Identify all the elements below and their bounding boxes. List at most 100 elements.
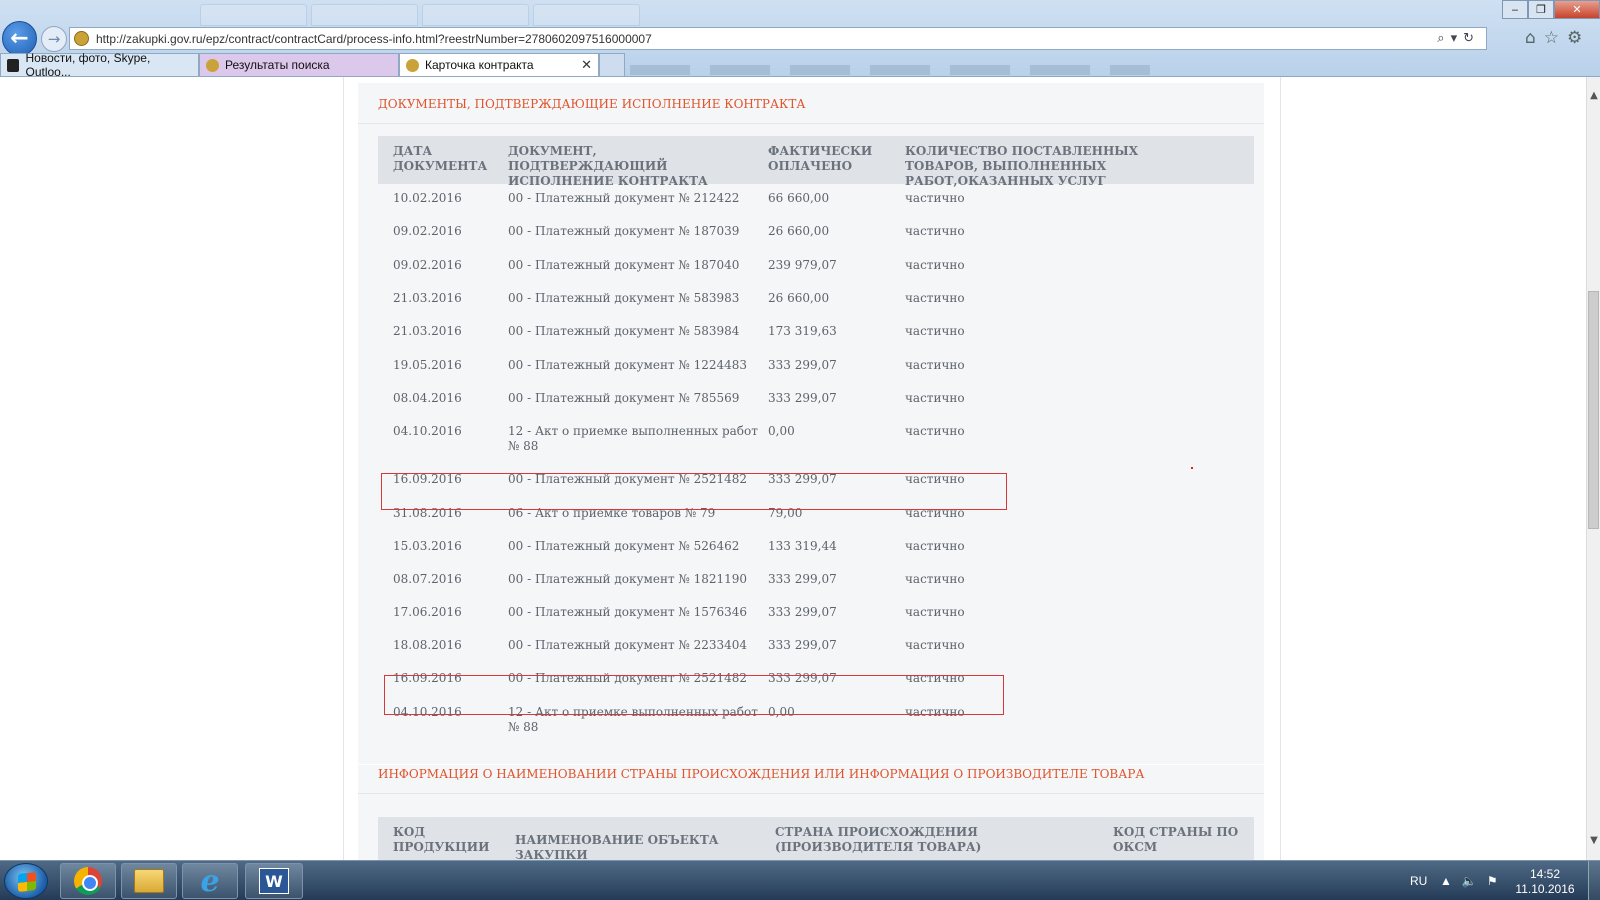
cell-document: 00 - Платежный документ № 187040 [508, 258, 740, 272]
new-tab-button[interactable] [599, 53, 625, 76]
cell-quantity: частично [905, 572, 965, 586]
close-window-button[interactable]: ✕ [1554, 0, 1600, 19]
tab-contract-card[interactable]: Карточка контракта ✕ [399, 53, 599, 76]
chrome-icon [74, 867, 102, 895]
taskbar-explorer[interactable] [121, 863, 177, 899]
url-text[interactable]: http://zakupki.gov.ru/epz/contract/contr… [96, 32, 652, 46]
site-emblem-icon [206, 58, 219, 72]
cell-document: 00 - Платежный документ № 1821190 [508, 572, 748, 586]
tray-icons: ▲ 🔈 ⚑ [1440, 861, 1498, 900]
arrow-left-icon: ← [10, 26, 29, 51]
red-mark [1191, 467, 1193, 469]
forward-button[interactable]: → [41, 26, 67, 52]
cell-date: 21.03.2016 [393, 291, 462, 305]
browser-toolbar-icons: ⌂ ☆ ⚙ [1525, 28, 1582, 48]
site-emblem-icon [406, 58, 419, 72]
scrollbar-thumb[interactable] [1588, 291, 1599, 529]
header-object-name: НАИМЕНОВАНИЕ ОБЪЕКТА ЗАКУПКИ [515, 833, 719, 860]
scroll-up-icon[interactable]: ▲ [1587, 87, 1600, 103]
cell-document: 00 - Платежный документ № 1576346 [508, 605, 748, 619]
origin-table-header: КОД ПРОДУКЦИИ НАИМЕНОВАНИЕ ОБЪЕКТА ЗАКУП… [378, 817, 1254, 860]
cell-paid: 333 299,07 [768, 358, 837, 372]
cell-paid: 173 319,63 [768, 324, 837, 338]
cell-document: 00 - Платежный документ № 1224483 [508, 358, 748, 372]
settings-gear-icon[interactable]: ⚙ [1567, 28, 1582, 48]
show-hidden-icons-icon[interactable]: ▲ [1440, 874, 1452, 888]
taskbar-ie[interactable]: e [182, 863, 238, 899]
cell-date: 04.10.2016 [393, 424, 462, 438]
cell-paid: 333 299,07 [768, 391, 837, 405]
window-controls: ‒ ❐ ✕ [1502, 0, 1600, 19]
header-date: ДАТА ДОКУМЕНТА [393, 144, 488, 173]
site-emblem-icon [74, 31, 89, 46]
taskbar-word[interactable]: W [245, 863, 303, 899]
tab-bar: Новости, фото, Skype, Outloo... Результа… [0, 51, 625, 79]
cell-quantity: частично [905, 638, 965, 652]
cell-date: 18.08.2016 [393, 638, 462, 652]
cell-document: 00 - Платежный документ № 187039 [508, 224, 740, 238]
favorites-bar-ghost [630, 65, 1150, 75]
cell-paid: 26 660,00 [768, 224, 830, 238]
show-desktop-button[interactable] [1588, 861, 1600, 900]
address-bar[interactable]: http://zakupki.gov.ru/epz/contract/contr… [69, 27, 1487, 50]
maximize-button[interactable]: ❐ [1528, 0, 1554, 19]
cell-date: 21.03.2016 [393, 324, 462, 338]
search-icon[interactable]: ⌕ [1437, 31, 1450, 46]
yandex-icon [7, 58, 20, 72]
cell-paid: 333 299,07 [768, 638, 837, 652]
cell-quantity: частично [905, 424, 965, 438]
highlight-box [381, 473, 1007, 510]
tab-label: Карточка контракта [425, 58, 534, 72]
cell-date: 17.06.2016 [393, 605, 462, 619]
refresh-icon[interactable]: ↻ [1463, 31, 1480, 46]
header-quantity: КОЛИЧЕСТВО ПОСТАВЛЕННЫХ ТОВАРОВ, ВЫПОЛНЕ… [905, 144, 1139, 188]
clock[interactable]: 14:52 11.10.2016 [1505, 867, 1585, 897]
cell-date: 09.02.2016 [393, 258, 462, 272]
cell-paid: 0,00 [768, 424, 795, 438]
favorites-star-icon[interactable]: ☆ [1544, 28, 1559, 48]
vertical-scrollbar[interactable]: ▲ ▼ [1586, 77, 1600, 860]
cell-paid: 239 979,07 [768, 258, 837, 272]
home-icon[interactable]: ⌂ [1525, 28, 1536, 48]
browser-chrome: ‒ ❐ ✕ ← → http://zakupki.gov.ru/epz/cont… [0, 0, 1600, 79]
cell-paid: 333 299,07 [768, 572, 837, 586]
start-button[interactable] [4, 863, 48, 899]
windows-logo-icon [18, 872, 36, 892]
divider [358, 793, 1264, 794]
volume-icon[interactable]: 🔈 [1462, 874, 1477, 888]
cell-document: 00 - Платежный документ № 2233404 [508, 638, 748, 652]
close-tab-icon[interactable]: ✕ [581, 57, 592, 73]
divider [358, 123, 1264, 124]
cell-document: 00 - Платежный документ № 583984 [508, 324, 740, 338]
clock-time: 14:52 [1529, 867, 1561, 881]
minimize-button[interactable]: ‒ [1502, 0, 1528, 19]
cell-quantity: частично [905, 224, 965, 238]
header-country: СТРАНА ПРОИСХОЖДЕНИЯ (ПРОИЗВОДИТЕЛЯ ТОВА… [775, 825, 982, 854]
internet-explorer-icon: e [200, 863, 220, 899]
cell-paid: 333 299,07 [768, 605, 837, 619]
cell-paid: 133 319,44 [768, 539, 837, 553]
cell-paid: 66 660,00 [768, 191, 830, 205]
section-title-origin: ИНФОРМАЦИЯ О НАИМЕНОВАНИИ СТРАНЫ ПРОИСХО… [378, 767, 1145, 781]
language-indicator[interactable]: RU [1410, 861, 1427, 900]
folder-icon [134, 869, 164, 893]
cell-quantity: частично [905, 191, 965, 205]
taskbar-chrome[interactable] [60, 863, 116, 899]
tab-news[interactable]: Новости, фото, Skype, Outloo... [0, 51, 199, 79]
dropdown-icon[interactable]: ▾ [1451, 31, 1464, 46]
cell-date: 08.04.2016 [393, 391, 462, 405]
cell-quantity: частично [905, 539, 965, 553]
cell-quantity: частично [905, 291, 965, 305]
scroll-down-icon[interactable]: ▼ [1587, 832, 1600, 848]
cell-quantity: частично [905, 358, 965, 372]
cell-document: 00 - Платежный документ № 526462 [508, 539, 740, 553]
cell-date: 19.05.2016 [393, 358, 462, 372]
tab-search-results[interactable]: Результаты поиска [199, 53, 399, 76]
cell-quantity: частично [905, 258, 965, 272]
action-center-flag-icon[interactable]: ⚑ [1487, 874, 1498, 888]
page-viewport: ДОКУМЕНТЫ, ПОДТВЕРЖДАЮЩИЕ ИСПОЛНЕНИЕ КОН… [0, 77, 1586, 860]
cell-document: 00 - Платежный документ № 785569 [508, 391, 740, 405]
cell-quantity: частично [905, 605, 965, 619]
cell-document: 12 - Акт о приемке выполненных работ № 8… [508, 424, 758, 453]
header-document: ДОКУМЕНТ, ПОДТВЕРЖДАЮЩИЙ ИСПОЛНЕНИЕ КОНТ… [508, 144, 708, 188]
